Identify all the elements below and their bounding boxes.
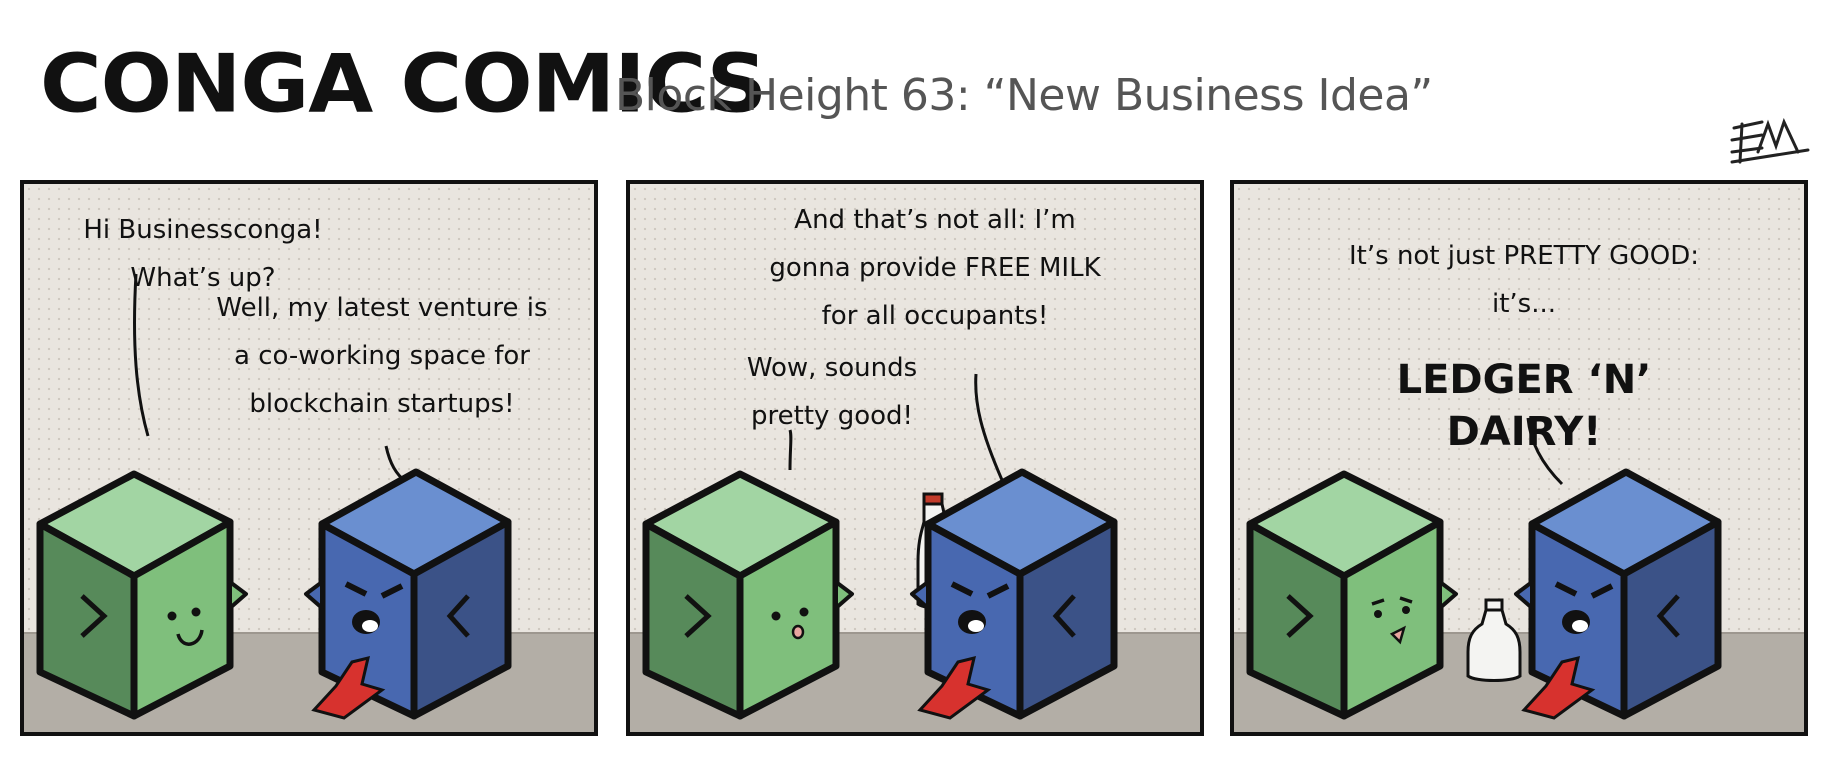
comic-header: CONGA COMICS Block Height 63: “New Busin… <box>0 0 1834 170</box>
comic-panel-2: And that’s not all: I’m gonna provide FR… <box>626 180 1204 736</box>
speech-bubble: LEDGER ‘N’ DAIRY! <box>1396 357 1652 455</box>
speech-bubble: And that’s not all: I’m gonna provide FR… <box>769 205 1101 331</box>
milk-bottle <box>1466 598 1522 682</box>
eye <box>1402 606 1410 614</box>
blue-cube-character <box>1514 468 1722 720</box>
green-cube-character <box>1246 470 1458 720</box>
eye <box>771 611 781 621</box>
eye <box>167 611 177 621</box>
comic-panel-1: Hi Businessconga! What’s up? Well, my la… <box>20 180 598 736</box>
speech-bubble: Well, my latest venture is a co-working … <box>216 293 548 419</box>
eye <box>1374 610 1382 618</box>
comic-panel-3: It’s not just PRETTY GOOD: it’s... LEDGE… <box>1230 180 1808 736</box>
eye <box>799 607 809 617</box>
episode-title: Block Height 63: “New Business Idea” <box>615 70 1433 121</box>
blue-cube-character <box>304 468 512 720</box>
green-cube-character <box>36 470 248 720</box>
artist-signature <box>1730 118 1810 164</box>
speech-bubble: It’s not just PRETTY GOOD: it’s... <box>1349 241 1699 319</box>
speech-tail <box>974 373 1004 481</box>
speech-bubble: Wow, sounds pretty good! <box>746 353 918 431</box>
mouth <box>791 624 805 640</box>
eye <box>191 607 201 617</box>
green-cube-character <box>642 470 854 720</box>
